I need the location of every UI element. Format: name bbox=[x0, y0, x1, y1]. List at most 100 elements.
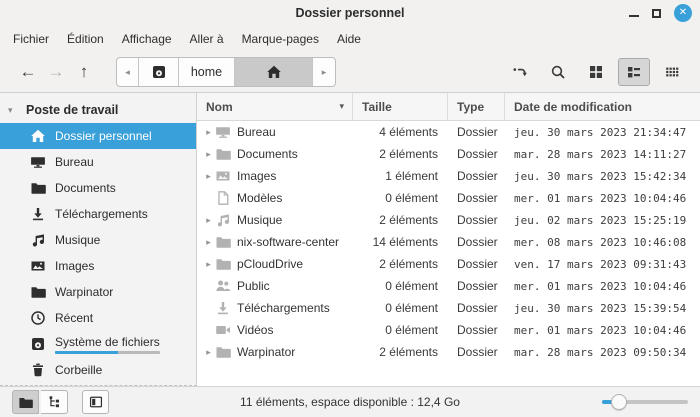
file-size: 0 élément bbox=[353, 301, 448, 315]
zoom-slider[interactable] bbox=[602, 394, 688, 410]
desktop-icon bbox=[215, 124, 231, 140]
cell-name: ▸Warpinator bbox=[197, 344, 353, 360]
folder-icon bbox=[30, 284, 46, 300]
path-segment-home[interactable]: home bbox=[179, 58, 235, 86]
column-header-name[interactable]: Nom ▾ bbox=[197, 93, 353, 120]
table-row[interactable]: ▸Musique2 élémentsDossierjeu. 02 mars 20… bbox=[197, 209, 700, 231]
sidebar-item-dossier-personnel[interactable]: Dossier personnel bbox=[0, 123, 196, 149]
expander-icon[interactable]: ▸ bbox=[202, 171, 215, 182]
menu-item--dition[interactable]: Édition bbox=[58, 28, 113, 50]
sidebar-item-label: Récent bbox=[55, 311, 93, 325]
folder-icon bbox=[215, 344, 231, 360]
expander-icon[interactable]: ▸ bbox=[202, 127, 215, 138]
file-modified-date: mer. 01 mars 2023 10:04:46 bbox=[505, 324, 700, 337]
up-button[interactable]: ↑ bbox=[70, 58, 98, 86]
sidebar-item-label: Documents bbox=[55, 181, 116, 195]
sidebar-items: Dossier personnel Bureau Documents Téléchar… bbox=[0, 123, 196, 383]
file-name: Téléchargements bbox=[237, 301, 330, 315]
download-icon bbox=[30, 206, 46, 222]
sidebar-item-label: Warpinator bbox=[55, 285, 113, 299]
sidebar-item-musique[interactable]: Musique bbox=[0, 227, 196, 253]
expander-icon[interactable]: ▸ bbox=[202, 149, 215, 160]
expander-icon[interactable]: ▸ bbox=[202, 215, 215, 226]
table-row[interactable]: ▸pCloudDrive2 élémentsDossierven. 17 mar… bbox=[197, 253, 700, 275]
cell-name: ▸ Bureau bbox=[197, 124, 353, 140]
sidebar-item-système-de-fichiers[interactable]: Système de fichiers bbox=[0, 331, 196, 357]
path-segment-home-folder[interactable] bbox=[235, 58, 313, 86]
download-icon bbox=[215, 300, 231, 316]
file-name: Documents bbox=[237, 147, 298, 161]
sidebar-item-récent[interactable]: Récent bbox=[0, 305, 196, 331]
file-name: nix-software-center bbox=[237, 235, 339, 249]
file-size: 2 éléments bbox=[353, 257, 448, 271]
cell-name: Vidéos bbox=[197, 322, 353, 338]
image-icon bbox=[30, 258, 46, 274]
sidebar-item-label: Système de fichiers bbox=[55, 335, 160, 349]
sidebar-item-label: Dossier personnel bbox=[55, 129, 152, 143]
table-row[interactable]: ▸Images1 élémentDossierjeu. 30 mars 2023… bbox=[197, 165, 700, 187]
expander-icon[interactable]: ▸ bbox=[202, 259, 215, 270]
path-scroll-right-icon[interactable]: ▸ bbox=[313, 58, 335, 86]
menu-item-affichage[interactable]: Affichage bbox=[113, 28, 181, 50]
table-row[interactable]: Public0 élémentDossiermer. 01 mars 2023 … bbox=[197, 275, 700, 297]
forward-button[interactable]: → bbox=[42, 58, 70, 86]
sidebar-section-computer[interactable]: ▾ Poste de travail bbox=[0, 97, 196, 123]
grid-view-icon bbox=[588, 64, 604, 80]
file-modified-date: mer. 08 mars 2023 10:46:08 bbox=[505, 236, 700, 249]
file-size: 14 éléments bbox=[353, 235, 448, 249]
window-title: Dossier personnel bbox=[0, 6, 700, 20]
chevron-down-icon[interactable]: ▾ bbox=[8, 105, 18, 116]
menu-item-aide[interactable]: Aide bbox=[328, 28, 370, 50]
table-row[interactable]: ▸Warpinator2 élémentsDossiermar. 28 mars… bbox=[197, 341, 700, 363]
sidebar-item-label: Téléchargements bbox=[55, 207, 148, 221]
table-row[interactable]: ▸Documents2 élémentsDossiermar. 28 mars … bbox=[197, 143, 700, 165]
file-modified-date: jeu. 02 mars 2023 15:25:19 bbox=[505, 214, 700, 227]
file-name: Bureau bbox=[237, 125, 276, 139]
compact-view-icon bbox=[664, 64, 680, 80]
icon-view-button[interactable] bbox=[580, 58, 612, 86]
file-type: Dossier bbox=[448, 301, 505, 315]
file-type: Dossier bbox=[448, 235, 505, 249]
search-button[interactable] bbox=[542, 58, 574, 86]
minimize-icon[interactable] bbox=[629, 15, 639, 17]
sidebar-item-warpinator[interactable]: Warpinator bbox=[0, 279, 196, 305]
file-name: Public bbox=[237, 279, 270, 293]
expander-icon[interactable]: ▸ bbox=[202, 237, 215, 248]
menu-item-fichier[interactable]: Fichier bbox=[4, 28, 58, 50]
video-icon bbox=[215, 322, 231, 338]
back-button[interactable]: ← bbox=[14, 58, 42, 86]
cell-name: ▸ nix-software-center bbox=[197, 234, 353, 250]
close-icon[interactable]: ✕ bbox=[674, 4, 692, 22]
sidebar: ▾ Poste de travail Dossier personnel Bure… bbox=[0, 93, 197, 386]
table-row[interactable]: Vidéos0 élémentDossiermer. 01 mars 2023 … bbox=[197, 319, 700, 341]
sidebar-item-label: Bureau bbox=[55, 155, 94, 169]
folder-icon bbox=[215, 146, 231, 162]
file-modified-date: jeu. 30 mars 2023 15:39:54 bbox=[505, 302, 700, 315]
menu-item-marque-pages[interactable]: Marque-pages bbox=[233, 28, 328, 50]
sidebar-item-bureau[interactable]: Bureau bbox=[0, 149, 196, 175]
expander-icon[interactable]: ▸ bbox=[202, 347, 215, 358]
table-row[interactable]: Modèles0 élémentDossiermer. 01 mars 2023… bbox=[197, 187, 700, 209]
compact-view-button[interactable] bbox=[656, 58, 688, 86]
file-type: Dossier bbox=[448, 257, 505, 271]
cell-name: ▸Images bbox=[197, 168, 353, 184]
file-rows: ▸Bureau4 élémentsDossierjeu. 30 mars 202… bbox=[197, 121, 700, 386]
sidebar-item-téléchargements[interactable]: Téléchargements bbox=[0, 201, 196, 227]
toggle-location-entry-button[interactable] bbox=[504, 58, 536, 86]
column-header-size[interactable]: Taille bbox=[353, 93, 448, 120]
column-header-date[interactable]: Date de modification bbox=[505, 93, 700, 120]
sidebar-item-images[interactable]: Images bbox=[0, 253, 196, 279]
home-icon bbox=[266, 64, 282, 80]
table-row[interactable]: ▸ nix-software-center 14 élémentsDossierme… bbox=[197, 231, 700, 253]
path-device-button[interactable] bbox=[139, 58, 179, 86]
maximize-icon[interactable] bbox=[652, 9, 661, 18]
menu-item-aller-[interactable]: Aller à bbox=[181, 28, 233, 50]
path-scroll-left-icon[interactable]: ◂ bbox=[117, 58, 139, 86]
sidebar-item-documents[interactable]: Documents bbox=[0, 175, 196, 201]
list-view-button[interactable] bbox=[618, 58, 650, 86]
column-header-type[interactable]: Type bbox=[448, 93, 505, 120]
sidebar-item-corbeille[interactable]: Corbeille bbox=[0, 357, 196, 383]
zoom-slider-handle[interactable] bbox=[611, 394, 627, 410]
table-row[interactable]: Téléchargements 0 élémentDossierjeu. 30 m… bbox=[197, 297, 700, 319]
table-row[interactable]: ▸Bureau4 élémentsDossierjeu. 30 mars 202… bbox=[197, 121, 700, 143]
